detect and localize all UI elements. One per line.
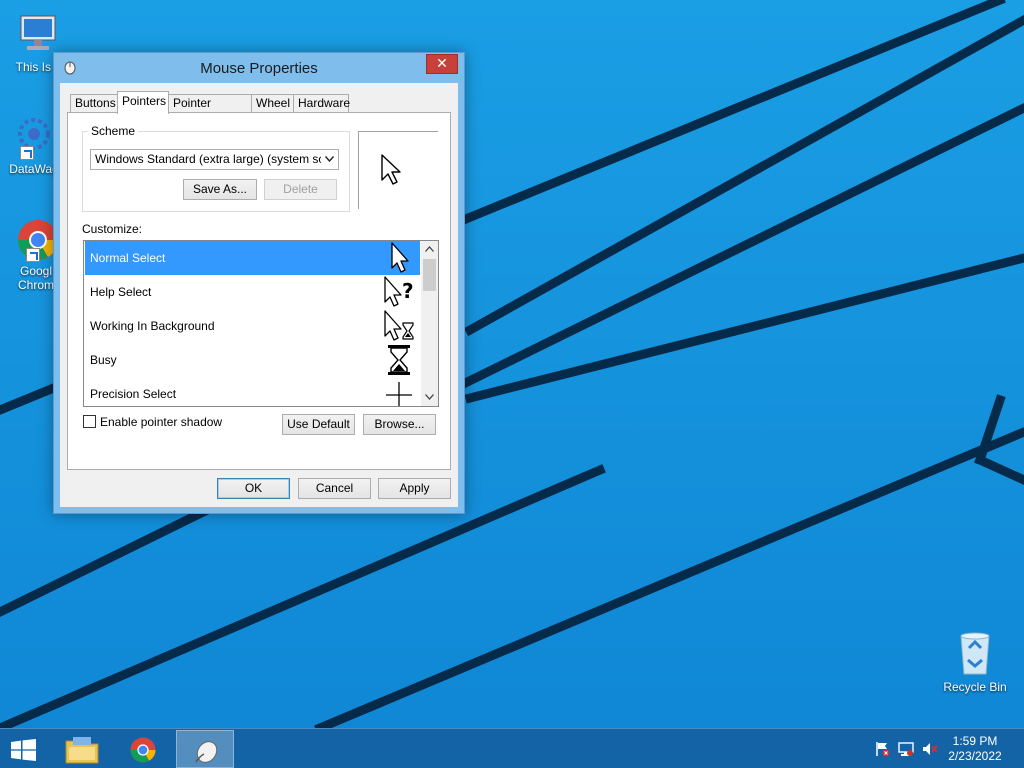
desktop-icon-recycle-bin[interactable]: Recycle Bin	[937, 630, 1013, 694]
shortcut-arrow-icon	[20, 146, 34, 160]
pointers-tab-page: Scheme Windows Standard (extra large) (s…	[67, 112, 451, 470]
scrollbar-thumb[interactable]	[423, 259, 436, 291]
action-center-flag-icon[interactable]	[874, 741, 890, 757]
dialog-title: Mouse Properties	[200, 60, 318, 77]
tab-pointer-options[interactable]: Pointer Options	[168, 94, 252, 127]
taskbar: 1:59 PM 2/23/2022	[0, 728, 1024, 768]
enable-pointer-shadow-label: Enable pointer shadow	[100, 415, 223, 429]
scheme-dropdown[interactable]: Windows Standard (extra large) (system s…	[90, 149, 339, 170]
help-cursor-icon: ?	[380, 276, 416, 308]
windows-logo-icon	[11, 739, 36, 761]
tab-buttons[interactable]: Buttons	[70, 94, 118, 113]
enable-pointer-shadow-checkbox[interactable]: Enable pointer shadow	[83, 415, 222, 429]
dialog-titlebar[interactable]: Mouse Properties ✕	[54, 53, 464, 83]
scheme-groupbox: Scheme Windows Standard (extra large) (s…	[82, 124, 350, 212]
scroll-up-icon[interactable]	[421, 241, 438, 258]
browse-button[interactable]: Browse...	[363, 414, 436, 435]
clock-date: 2/23/2022	[948, 749, 1002, 763]
volume-muted-icon[interactable]	[922, 741, 938, 757]
checkbox-box[interactable]	[83, 415, 96, 428]
computer-icon	[15, 10, 63, 58]
taskbar-clock[interactable]: 1:59 PM 2/23/2022	[940, 734, 1010, 764]
list-item[interactable]: Normal Select	[85, 241, 420, 275]
tab-pointers[interactable]: Pointers	[117, 91, 169, 114]
svg-text:?: ?	[402, 279, 414, 303]
scheme-selected-value: Windows Standard (extra large) (system s…	[95, 152, 339, 166]
busy-hourglass-icon	[380, 344, 416, 376]
use-default-button[interactable]: Use Default	[282, 414, 355, 435]
taskbar-chrome[interactable]	[115, 730, 173, 768]
tab-hardware[interactable]: Hardware	[293, 94, 350, 113]
pointer-name: Precision Select	[90, 387, 177, 401]
pointer-list[interactable]: Normal Select Help Select ? Working In B…	[83, 240, 439, 407]
working-cursor-icon	[380, 310, 416, 342]
arrow-cursor-icon	[380, 242, 416, 274]
pointer-name: Working In Background	[90, 319, 215, 333]
taskbar-file-explorer[interactable]	[52, 730, 110, 768]
mouse-icon	[195, 741, 218, 763]
chrome-icon	[130, 737, 156, 763]
mouse-properties-dialog: Mouse Properties ✕ Buttons Pointers Poin…	[53, 52, 465, 514]
recycle-bin-icon	[951, 630, 999, 678]
close-button[interactable]: ✕	[426, 54, 458, 74]
chevron-down-icon[interactable]	[321, 150, 338, 169]
network-icon[interactable]	[898, 741, 914, 757]
scheme-group-label: Scheme	[88, 124, 139, 138]
pointer-list-scrollbar[interactable]	[421, 241, 438, 406]
apply-button[interactable]: Apply	[378, 478, 451, 499]
list-item[interactable]: Working In Background	[85, 309, 420, 343]
pointer-name: Help Select	[90, 285, 152, 299]
start-button[interactable]	[9, 739, 39, 761]
datawag-app-icon	[10, 112, 58, 160]
pointer-name: Busy	[90, 353, 117, 367]
clock-time: 1:59 PM	[952, 734, 998, 748]
save-as-button[interactable]: Save As...	[183, 179, 257, 200]
desktop-icon-label: Recycle Bin	[943, 680, 1007, 694]
list-item[interactable]: Busy	[85, 343, 420, 377]
list-item[interactable]: Precision Select	[85, 377, 420, 406]
crosshair-icon	[380, 378, 416, 406]
cancel-button[interactable]: Cancel	[298, 478, 371, 499]
delete-button[interactable]: Delete	[264, 179, 337, 200]
pointer-name: Normal Select	[90, 251, 166, 265]
cursor-preview	[358, 131, 438, 209]
customize-label: Customize:	[82, 222, 143, 236]
taskbar-mouse-properties[interactable]	[176, 730, 234, 768]
tab-wheel[interactable]: Wheel	[251, 94, 294, 113]
arrow-cursor-icon	[381, 154, 401, 185]
dialog-client-area: Buttons Pointers Pointer Options Wheel H…	[60, 83, 458, 507]
scroll-down-icon[interactable]	[421, 389, 438, 406]
list-item[interactable]: Help Select ?	[85, 275, 420, 309]
file-explorer-icon	[65, 737, 99, 764]
ok-button[interactable]: OK	[217, 478, 290, 499]
shortcut-arrow-icon	[26, 248, 40, 262]
